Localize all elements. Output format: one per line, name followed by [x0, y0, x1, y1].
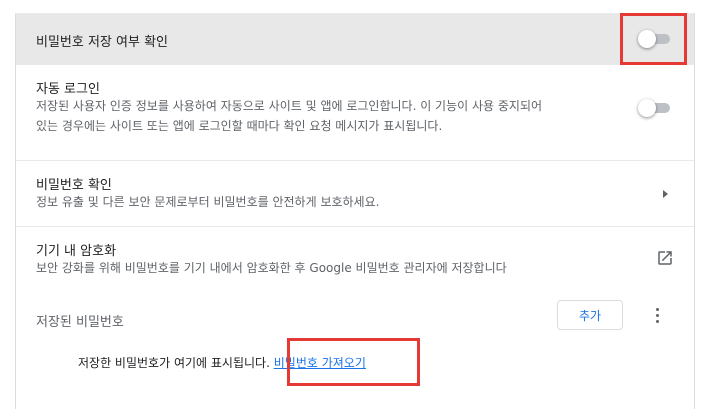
chevron-right-icon [663, 190, 668, 198]
saved-passwords-label: 저장된 비밀번호 [36, 315, 124, 330]
auto-sign-in-description-line2: 있는 경우에는 사이트 또는 앱에 로그인할 때마다 확인 요청 메시지가 표시… [36, 119, 443, 133]
add-password-button[interactable]: 추가 [557, 300, 623, 330]
auto-sign-in-title: 자동 로그인 [36, 82, 100, 97]
toggle-knob [638, 99, 656, 117]
open-in-new-icon [658, 251, 672, 265]
more-vert-icon[interactable] [652, 306, 664, 324]
auto-sign-in-row: 자동 로그인 저장된 사용자 인증 정보를 사용하여 자동으로 사이트 및 앱에… [16, 64, 694, 160]
offer-toggle-highlight-box [620, 13, 687, 65]
auto-sign-in-toggle[interactable] [638, 98, 674, 118]
offer-to-save-title: 비밀번호 저장 여부 확인 [36, 35, 168, 50]
password-check-title: 비밀번호 확인 [36, 178, 112, 193]
password-check-row[interactable]: 비밀번호 확인 정보 유출 및 다른 보안 문제로부터 비밀번호를 안전하게 보… [16, 160, 694, 226]
password-check-description: 정보 유출 및 다른 보안 문제로부터 비밀번호를 안전하게 보호하세요. [36, 195, 380, 209]
on-device-encryption-description: 보안 강화를 위해 비밀번호를 기기 내에서 암호화한 후 Google 비밀번… [36, 261, 507, 275]
auto-sign-in-description-line1: 저장된 사용자 인증 정보를 사용하여 자동으로 사이트 및 앱에 로그인합니다… [36, 99, 543, 113]
import-link-highlight-box [287, 338, 420, 386]
on-device-encryption-title: 기기 내 암호화 [36, 244, 117, 259]
on-device-encryption-row[interactable]: 기기 내 암호화 보안 강화를 위해 비밀번호를 기기 내에서 암호화한 후 G… [16, 226, 694, 294]
empty-message-text: 저장한 비밀번호가 여기에 표시됩니다. [78, 356, 270, 370]
offer-to-save-row: 비밀번호 저장 여부 확인 [16, 14, 694, 64]
